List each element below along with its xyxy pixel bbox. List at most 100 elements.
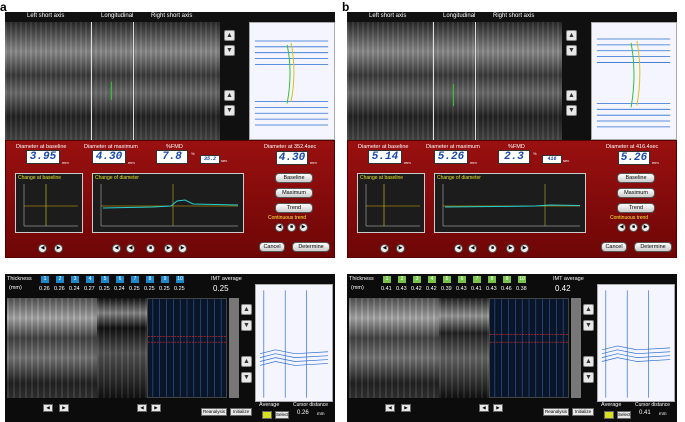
up-arrow-icon[interactable]: ▲ [566,90,577,101]
down-arrow-icon[interactable]: ▼ [224,45,235,56]
up-arrow-icon[interactable]: ▲ [566,30,577,41]
baseline-chart: Change at baseline [15,173,83,233]
down-arrow-icon[interactable]: ▼ [583,372,594,383]
live-diameter-label: Diameter at 352.4sec [264,144,317,150]
live-diameter-label: Diameter at 416.4sec [606,144,659,150]
view-label-right: Right short axis [493,13,535,19]
step-back-icon[interactable]: ◀ [468,244,477,253]
diameter-change-chart: Change of diameter [92,173,244,233]
prev-icon[interactable]: ◀ [43,404,53,412]
up-arrow-icon[interactable]: ▲ [224,90,235,101]
trend-button[interactable]: Trend [275,203,313,213]
up-arrow-icon[interactable]: ▲ [583,304,594,315]
fmd-panel: Diameter at baseline 3.95 mm Diameter at… [5,140,335,258]
baseline-button[interactable]: Baseline [617,173,655,183]
prev-icon[interactable]: ◀ [275,223,284,232]
view-label-long: Longitudinal [101,13,134,19]
determine-button[interactable]: Determine [634,242,672,252]
forward-icon[interactable]: ▶ [520,244,529,253]
forward-icon[interactable]: ▶ [178,244,187,253]
stop-icon[interactable]: ■ [287,223,296,232]
initialize-button[interactable]: Initialize [572,408,594,416]
imt-average-value: 0.42 [555,284,571,293]
panel-a: a Left short axis Longitudinal Right sho… [0,0,340,422]
initialize-button[interactable]: Initialize [230,408,252,416]
baseline-value: 3.95 [26,150,60,164]
prev-icon[interactable]: ◀ [479,404,489,412]
rewind-icon[interactable]: ◀ [38,244,47,253]
fmd-time: 35.2 [200,155,220,164]
average-swatch [604,411,614,419]
baseline-chart: Change at baseline [357,173,425,233]
diameter-marker [111,82,112,100]
down-arrow-icon[interactable]: ▼ [566,45,577,56]
tracking-grid [489,298,569,398]
reanalysis-button[interactable]: Reanalysis [543,408,569,416]
rewind-icon[interactable]: ◀ [112,244,121,253]
down-arrow-icon[interactable]: ▼ [224,105,235,116]
ultrasound-view: Left short axis Longitudinal Right short… [5,12,335,140]
up-arrow-icon[interactable]: ▲ [241,356,252,367]
mmode-image [97,298,147,398]
trace-plot [597,284,675,402]
rewind-icon[interactable]: ◀ [380,244,389,253]
maximum-button[interactable]: Maximum [617,188,655,198]
down-arrow-icon[interactable]: ▼ [241,320,252,331]
rewind-icon[interactable]: ◀ [454,244,463,253]
up-arrow-icon[interactable]: ▲ [224,30,235,41]
select-button[interactable]: Select [617,411,631,419]
ultrasound-image [349,298,439,398]
fmd-value: 2.3 [498,150,530,164]
up-arrow-icon[interactable]: ▲ [241,304,252,315]
imt-average-value: 0.25 [213,284,229,293]
step-forward-icon[interactable]: ▶ [164,244,173,253]
continuous-trend-label: Continuous trend [610,215,649,221]
baseline-button[interactable]: Baseline [275,173,313,183]
cursor-distance-value: 0.41 [639,410,651,416]
view-label-left: Left short axis [27,13,65,19]
trace-plot [591,22,677,140]
stop-icon[interactable]: ■ [629,223,638,232]
ultrasound-image [347,22,562,140]
view-label-left: Left short axis [369,13,407,19]
prev-icon[interactable]: ◀ [385,404,395,412]
next-icon[interactable]: ▶ [151,404,161,412]
next-icon[interactable]: ▶ [641,223,650,232]
select-button[interactable]: Select [275,411,289,419]
step-forward-icon[interactable]: ▶ [506,244,515,253]
imt-panel: Thickness (mm) 1 2 3 4 5 6 7 8 9 10 IMT average 0… [5,274,335,422]
reanalysis-button[interactable]: Reanalysis [201,408,227,416]
next-icon[interactable]: ▶ [401,404,411,412]
next-icon[interactable]: ▶ [59,404,69,412]
mmode-image [439,298,489,398]
thickness-number-badges: 1 2 3 4 5 6 7 8 9 10 [383,276,533,283]
panel-b: b Left short axis Longitudinal Right sho… [342,0,682,422]
next-icon[interactable]: ▶ [299,223,308,232]
baseline-value: 5.14 [368,150,402,164]
thickness-number-badges: 1 2 3 4 5 6 7 8 9 10 [41,276,191,283]
view-label-right: Right short axis [151,13,193,19]
forward-icon[interactable]: ▶ [54,244,63,253]
pause-icon[interactable]: ■ [488,244,497,253]
down-arrow-icon[interactable]: ▼ [566,105,577,116]
trace-plot [249,22,335,140]
cursor-distance-value: 0.26 [297,410,309,416]
determine-button[interactable]: Determine [292,242,330,252]
imt-panel: Thickness (mm) 1 2 3 4 5 6 7 8 9 10 IMT average 0… [347,274,677,422]
up-arrow-icon[interactable]: ▲ [583,356,594,367]
step-back-icon[interactable]: ◀ [126,244,135,253]
down-arrow-icon[interactable]: ▼ [583,320,594,331]
prev-icon[interactable]: ◀ [137,404,147,412]
trend-button[interactable]: Trend [617,203,655,213]
fmd-value: 7.8 [156,150,188,164]
cancel-button[interactable]: Cancel [601,242,627,252]
average-swatch [262,411,272,419]
view-label-long: Longitudinal [443,13,476,19]
prev-icon[interactable]: ◀ [617,223,626,232]
down-arrow-icon[interactable]: ▼ [241,372,252,383]
maximum-button[interactable]: Maximum [275,188,313,198]
next-icon[interactable]: ▶ [493,404,503,412]
cancel-button[interactable]: Cancel [259,242,285,252]
pause-icon[interactable]: ■ [146,244,155,253]
forward-icon[interactable]: ▶ [396,244,405,253]
